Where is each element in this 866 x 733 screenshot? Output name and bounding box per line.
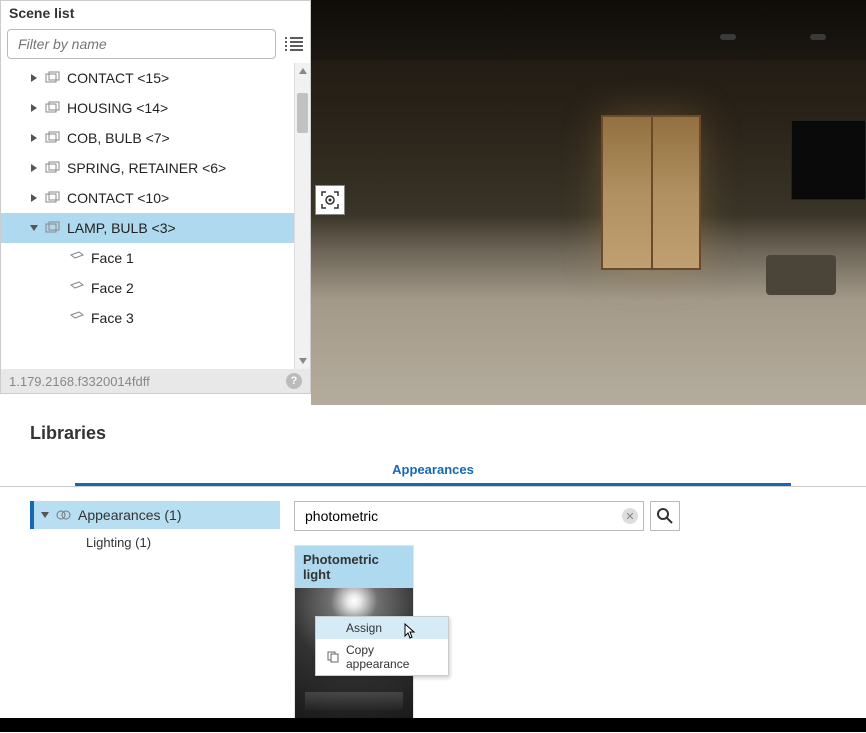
tree-item-label: CONTACT <15>: [67, 70, 169, 86]
part-icon: [45, 101, 61, 115]
tree-item-label: COB, BULB <7>: [67, 130, 170, 146]
tab-appearances[interactable]: Appearances: [75, 456, 791, 486]
filter-row: [1, 25, 310, 63]
sidebar-item-appearances[interactable]: Appearances (1): [30, 501, 280, 529]
search-input[interactable]: [294, 501, 644, 531]
chevron-right-icon: [29, 133, 39, 143]
viewport-tv: [791, 120, 866, 200]
part-icon: [45, 191, 61, 205]
part-icon: [45, 161, 61, 175]
bottom-bar: [0, 718, 866, 732]
viewport-ceiling: [311, 0, 866, 60]
search-button[interactable]: [650, 501, 680, 531]
scene-footer: 1.179.2168.f3320014fdff ?: [1, 369, 310, 393]
face-icon: [69, 281, 85, 295]
libraries-tabs: Appearances: [0, 456, 866, 487]
tree-item-face[interactable]: Face 1: [1, 243, 294, 273]
tree-item[interactable]: HOUSING <14>: [1, 93, 294, 123]
tree-item-selected[interactable]: LAMP, BULB <3>: [1, 213, 294, 243]
tree-item-face[interactable]: Face 2: [1, 273, 294, 303]
card-title: Photometric light: [295, 546, 413, 588]
tree-item-label: Face 1: [91, 250, 134, 266]
part-icon: [45, 221, 61, 235]
tree-item-label: HOUSING <14>: [67, 100, 168, 116]
ceiling-light-icon: [810, 34, 826, 40]
chevron-right-icon: [29, 163, 39, 173]
tree-item-label: SPRING, RETAINER <6>: [67, 160, 226, 176]
part-icon: [45, 71, 61, 85]
scene-tree-scrollbar[interactable]: [294, 63, 310, 369]
copy-icon: [326, 650, 340, 664]
chevron-down-icon: [29, 223, 39, 233]
scrollbar-thumb[interactable]: [297, 93, 308, 133]
libraries-title: Libraries: [0, 415, 866, 452]
chevron-down-icon: [40, 510, 50, 520]
blank-icon: [326, 621, 340, 635]
tree-item-face[interactable]: Face 3: [1, 303, 294, 333]
chevron-right-icon: [29, 193, 39, 203]
tree-item[interactable]: CONTACT <10>: [1, 183, 294, 213]
context-menu-copy[interactable]: Copy appearance: [316, 639, 448, 675]
libraries-panel: Libraries Appearances Appearances (1) Li…: [0, 405, 866, 718]
tree-item[interactable]: COB, BULB <7>: [1, 123, 294, 153]
chevron-right-icon: [29, 73, 39, 83]
scene-tree[interactable]: CONTACT <15> HOUSING <14> COB, BULB <7> …: [1, 63, 294, 369]
focus-target-button[interactable]: [315, 185, 345, 215]
sidebar-item-lighting[interactable]: Lighting (1): [30, 529, 280, 556]
tree-item-label: Face 3: [91, 310, 134, 326]
face-icon: [69, 251, 85, 265]
version-label: 1.179.2168.f3320014fdff: [9, 374, 150, 389]
sidebar-item-label: Appearances (1): [78, 507, 182, 523]
tree-item-label: Face 2: [91, 280, 134, 296]
filter-input[interactable]: [7, 29, 276, 59]
tree-item[interactable]: SPRING, RETAINER <6>: [1, 153, 294, 183]
context-menu-label: Copy appearance: [346, 643, 438, 671]
context-menu-label: Assign: [346, 621, 382, 635]
appearance-icon: [56, 508, 72, 522]
libraries-main: ✕ Photometric light Assign Copy appeara: [294, 501, 836, 719]
context-menu-assign[interactable]: Assign: [316, 617, 448, 639]
scene-list-title: Scene list: [1, 1, 310, 25]
sidebar-item-label: Lighting (1): [86, 535, 151, 550]
libraries-sidebar: Appearances (1) Lighting (1): [30, 501, 280, 719]
chevron-right-icon: [29, 103, 39, 113]
viewport-chair: [766, 255, 836, 295]
help-icon[interactable]: ?: [286, 373, 302, 389]
ceiling-light-icon: [720, 34, 736, 40]
face-icon: [69, 311, 85, 325]
viewport-window: [601, 115, 701, 270]
scrollbar-up-icon[interactable]: [295, 63, 310, 79]
part-icon: [45, 131, 61, 145]
render-viewport[interactable]: [311, 0, 866, 430]
cursor-pointer-icon: [399, 622, 417, 642]
context-menu: Assign Copy appearance: [315, 616, 449, 676]
clear-search-icon[interactable]: ✕: [622, 508, 638, 524]
appearance-card[interactable]: Photometric light Assign Copy appearance: [294, 545, 414, 719]
tree-item-label: LAMP, BULB <3>: [67, 220, 176, 236]
tree-item[interactable]: CONTACT <15>: [1, 63, 294, 93]
tree-item-label: CONTACT <10>: [67, 190, 169, 206]
list-view-icon[interactable]: [284, 37, 304, 51]
scrollbar-down-icon[interactable]: [295, 353, 310, 369]
scene-list-panel: Scene list CONTACT <15> HOUSING <14> COB…: [0, 0, 311, 394]
